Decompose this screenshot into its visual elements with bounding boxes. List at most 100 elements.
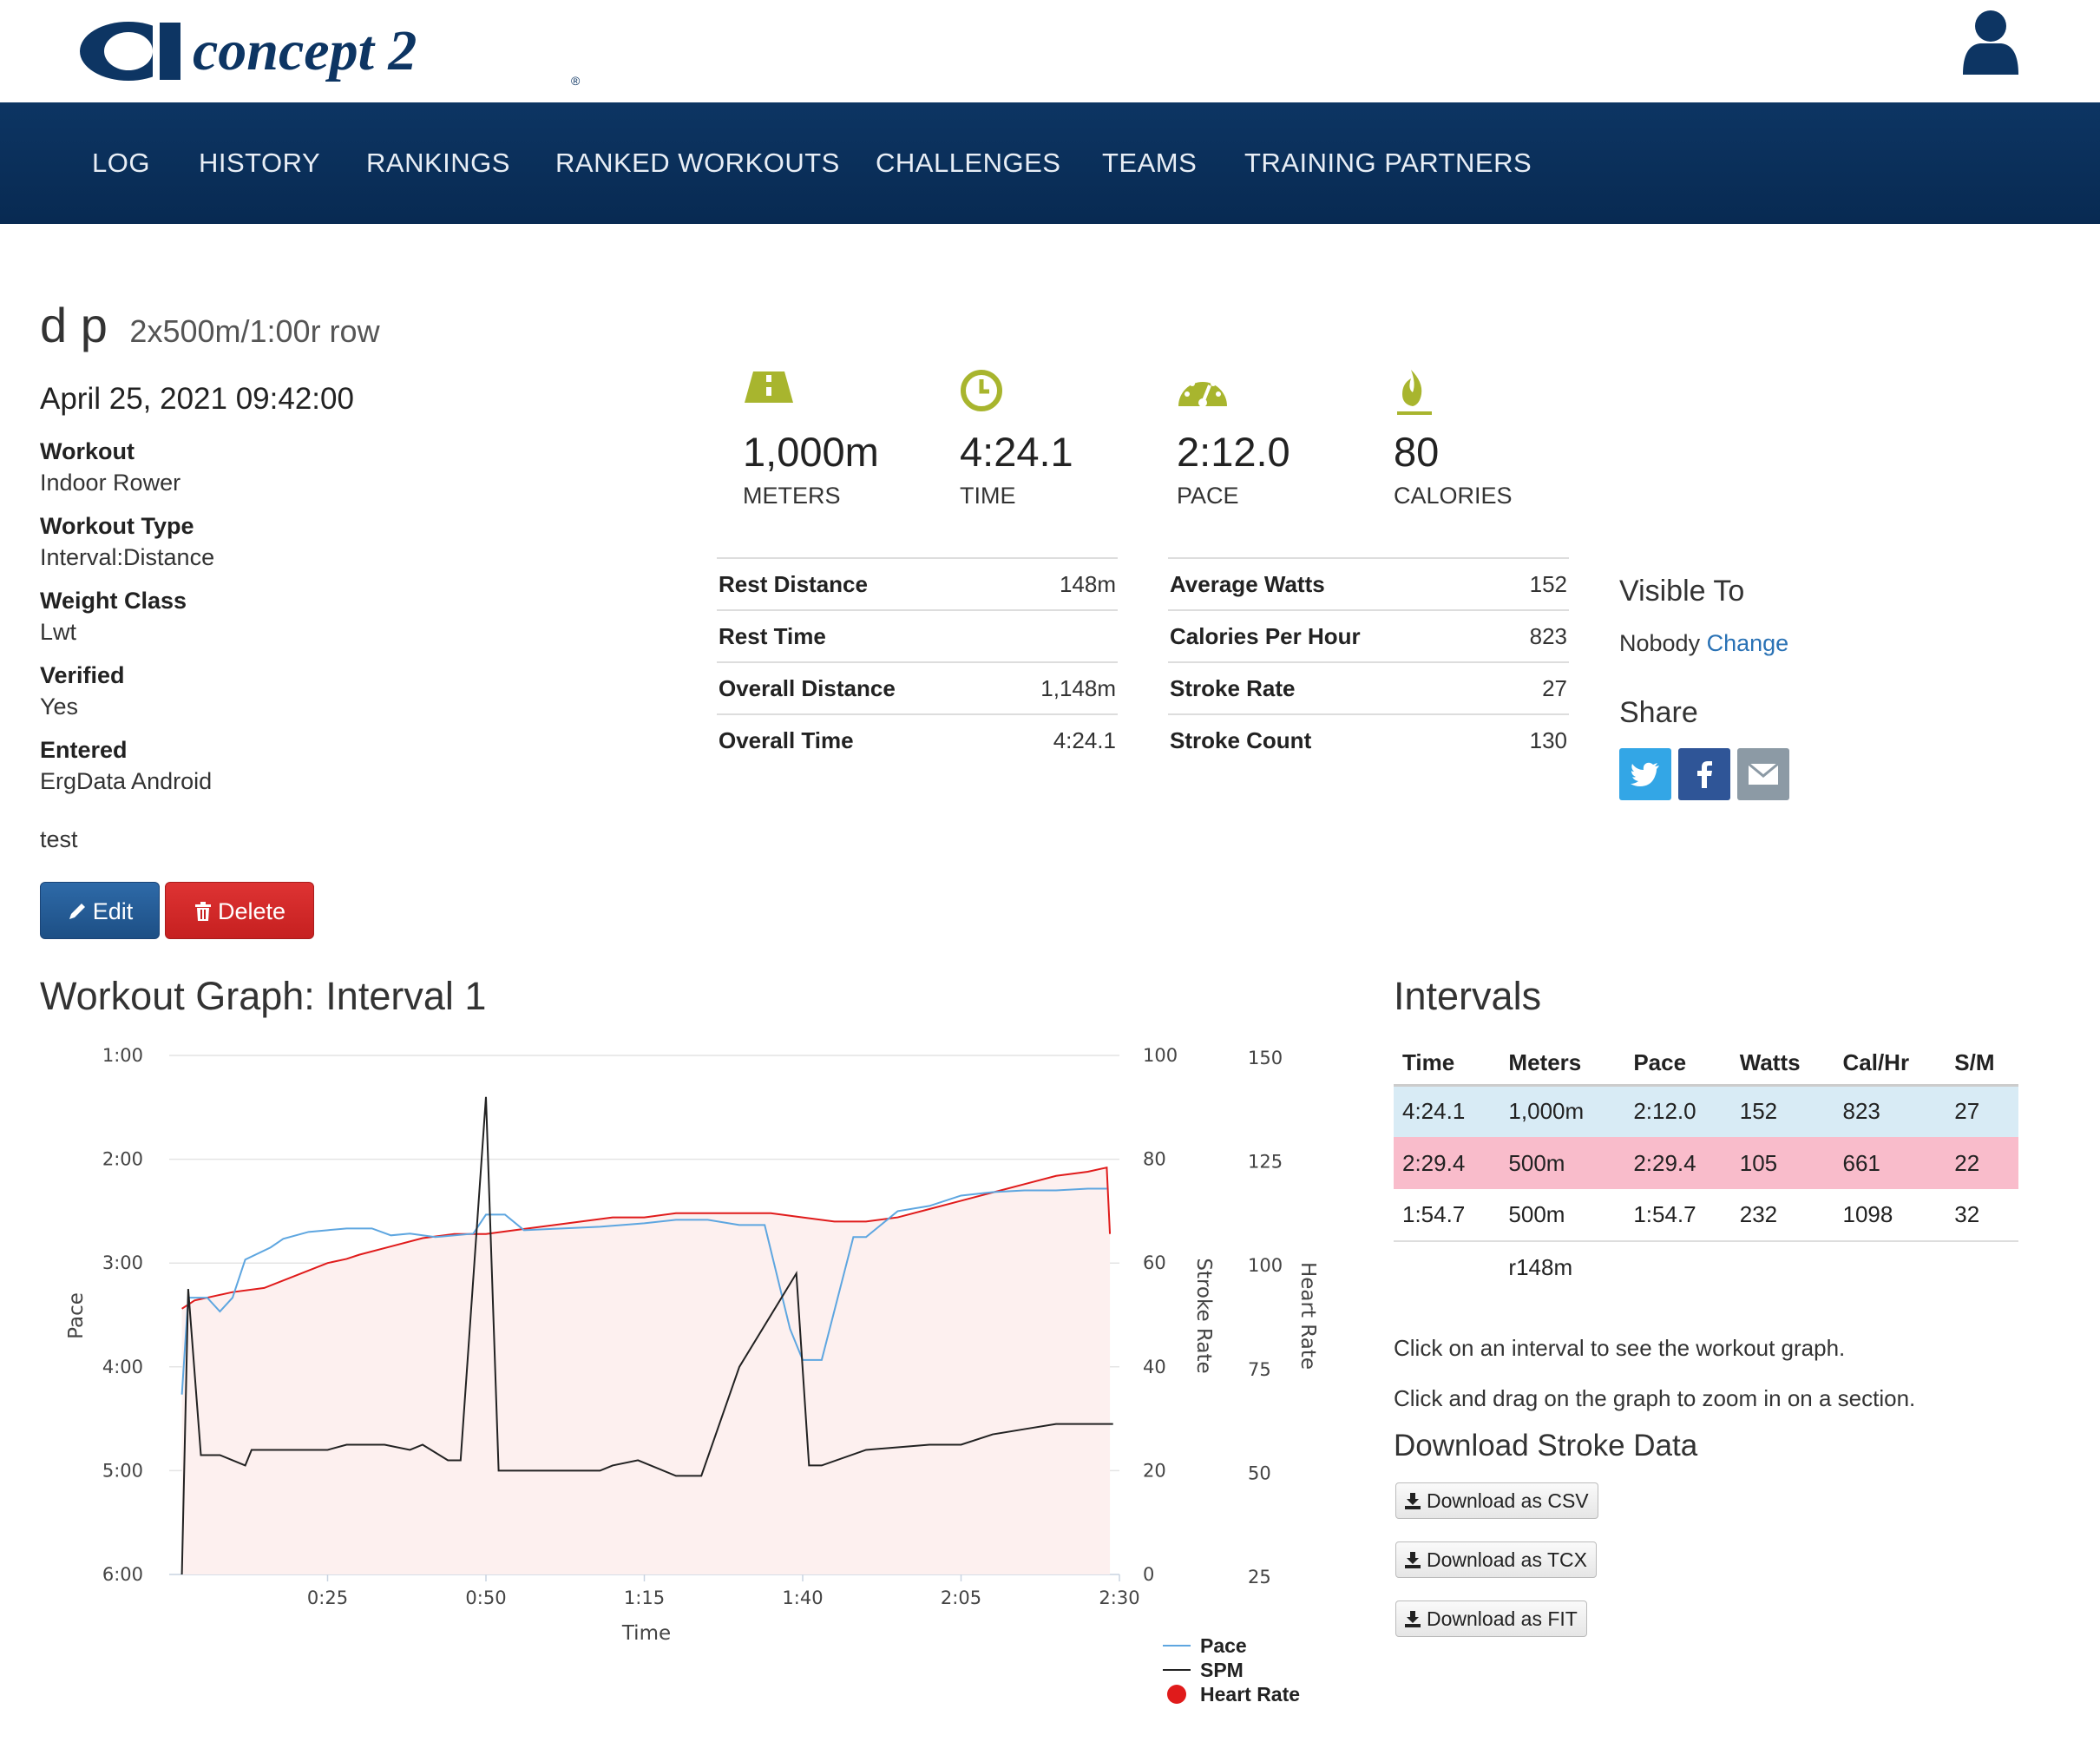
download-tcx-button[interactable]: Download as TCX	[1395, 1541, 1597, 1578]
x-axis-title: Time	[621, 1622, 671, 1645]
edit-button[interactable]: Edit	[40, 882, 160, 939]
spm-tick-label: 80	[1143, 1149, 1166, 1170]
row-key: Rest Distance	[719, 570, 868, 597]
nav-training-partners[interactable]: TRAINING PARTNERS	[1244, 102, 1532, 224]
row-value: 148m	[1059, 570, 1116, 597]
col-header: Meters	[1500, 1042, 1625, 1087]
delete-button[interactable]: Delete	[165, 882, 314, 939]
workout-date: April 25, 2021 09:42:00	[40, 382, 354, 416]
power-summary-table: Average Watts 152 Calories Per Hour 823 St…	[1168, 557, 1569, 766]
top-header: concept 2 ®	[0, 0, 2100, 102]
table-row: Rest Time	[717, 609, 1118, 661]
nav-teams[interactable]: TEAMS	[1102, 102, 1197, 224]
cell: 32	[1946, 1189, 2018, 1242]
workout-comment: test	[40, 826, 78, 852]
spm-tick-label: 20	[1143, 1460, 1166, 1481]
nav-rankings[interactable]: RANKINGS	[366, 102, 510, 224]
stat-label: CALORIES	[1394, 483, 1513, 509]
registered-mark: ®	[571, 74, 581, 87]
time-tick-label: 2:30	[1099, 1587, 1139, 1608]
download-fit-button[interactable]: Download as FIT	[1395, 1601, 1587, 1637]
row-key: Stroke Count	[1170, 726, 1312, 753]
user-name: d p	[40, 298, 108, 352]
pace-tick-label: 5:00	[102, 1460, 143, 1481]
time-tick-label: 1:15	[624, 1587, 665, 1608]
stat-label: PACE	[1177, 483, 1239, 509]
interval-row-1[interactable]: 2:29.4 500m 2:29.4 105 661 22	[1394, 1137, 2018, 1189]
hr-tick-label: 25	[1248, 1567, 1271, 1587]
col-header: Time	[1394, 1042, 1500, 1087]
detail-value: Indoor Rower	[40, 470, 181, 496]
legend-spm-label: SPM	[1200, 1659, 1244, 1681]
visibility-title: Visible To	[1619, 575, 1745, 608]
chart-marks	[180, 1096, 1113, 1575]
envelope-icon	[1748, 762, 1779, 785]
visibility-value: Nobody Change	[1619, 630, 1788, 657]
workout-graph[interactable]: 1:00 100 150 2:00 80 125 3:00 60 100 4:00 40 75 5:00…	[0, 1033, 1354, 1727]
interval-row-total[interactable]: 4:24.1 1,000m 2:12.0 152 823 27	[1394, 1085, 2018, 1137]
heart-rate-area	[181, 1167, 1111, 1574]
brand-name: concept 2	[193, 19, 417, 82]
row-value: 152	[1529, 570, 1567, 597]
visibility-setting: Nobody	[1619, 630, 1701, 656]
rest-row: r148m	[1394, 1241, 2018, 1293]
nav-history[interactable]: HISTORY	[199, 102, 320, 224]
cell: 500m	[1500, 1189, 1625, 1242]
download-label: Download as FIT	[1427, 1607, 1578, 1630]
trash-icon	[194, 902, 211, 921]
download-title: Download Stroke Data	[1394, 1429, 1698, 1462]
user-icon[interactable]	[1959, 9, 2022, 76]
hr-tick-label: 50	[1248, 1462, 1271, 1483]
pace-axis-title: Pace	[65, 1292, 88, 1339]
interval-row-2[interactable]: 1:54.7 500m 1:54.7 232 1098 32	[1394, 1189, 2018, 1242]
facebook-share-button[interactable]	[1678, 748, 1730, 800]
time-tick-label: 1:40	[782, 1587, 823, 1608]
detail-value: ErgData Android	[40, 768, 213, 794]
twitter-share-button[interactable]	[1619, 748, 1671, 800]
row-key: Calories Per Hour	[1170, 622, 1361, 649]
intervals-title: Intervals	[1394, 974, 1542, 1018]
concept2-logo[interactable]: concept 2 ®	[76, 16, 597, 87]
pencil-icon	[69, 904, 85, 919]
hr-axis-title: Heart Rate	[1296, 1262, 1319, 1370]
pace-tick-label: 1:00	[102, 1045, 143, 1066]
nav-challenges[interactable]: CHALLENGES	[876, 102, 1060, 224]
download-csv-button[interactable]: Download as CSV	[1395, 1482, 1598, 1519]
intervals-table: Time Meters Pace Watts Cal/Hr S/M 4:24.1…	[1394, 1042, 2018, 1293]
hr-tick-label: 125	[1248, 1152, 1283, 1173]
pace-tick-label: 6:00	[102, 1564, 143, 1585]
graph-title: Workout Graph: Interval 1	[40, 974, 487, 1018]
cell: 2:12.0	[1624, 1085, 1731, 1137]
detail-label: Weight Class	[40, 588, 187, 614]
email-share-button[interactable]	[1737, 748, 1789, 800]
download-icon	[1405, 1493, 1421, 1509]
cell: 22	[1946, 1137, 2018, 1189]
col-header: S/M	[1946, 1042, 2018, 1087]
nav-log[interactable]: LOG	[92, 102, 150, 224]
detail-label: Workout Type	[40, 513, 194, 539]
cell: 1:54.7	[1394, 1189, 1500, 1242]
cell: 2:29.4	[1624, 1137, 1731, 1189]
spm-axis-title: Stroke Rate	[1192, 1258, 1215, 1373]
pace-tick-label: 2:00	[102, 1149, 143, 1170]
road-icon	[745, 371, 793, 403]
row-key: Stroke Rate	[1170, 674, 1296, 701]
row-value: 130	[1529, 726, 1567, 753]
spm-tick-label: 40	[1143, 1357, 1166, 1377]
chart-legend: Pace SPM Heart Rate	[1163, 1634, 1300, 1706]
time-tick-label: 2:05	[941, 1587, 981, 1608]
hr-tick-label: 100	[1248, 1255, 1283, 1276]
nav-ranked-workouts[interactable]: RANKED WORKOUTS	[555, 102, 840, 224]
stat-value: 2:12.0	[1177, 429, 1290, 475]
detail-value: Lwt	[40, 619, 77, 645]
stat-time: 4:24.1 TIME	[960, 368, 1168, 509]
legend-hr-swatch	[1167, 1685, 1186, 1704]
rest-summary-table: Rest Distance 148m Rest Time Overall Dist…	[717, 557, 1118, 766]
cell: 1,000m	[1500, 1085, 1625, 1137]
change-visibility-link[interactable]: Change	[1707, 630, 1789, 656]
row-key: Average Watts	[1170, 570, 1325, 597]
legend-pace-label: Pace	[1200, 1634, 1247, 1657]
row-value: 823	[1529, 622, 1567, 649]
cell: 823	[1834, 1085, 1946, 1137]
stat-value: 80	[1394, 429, 1440, 475]
